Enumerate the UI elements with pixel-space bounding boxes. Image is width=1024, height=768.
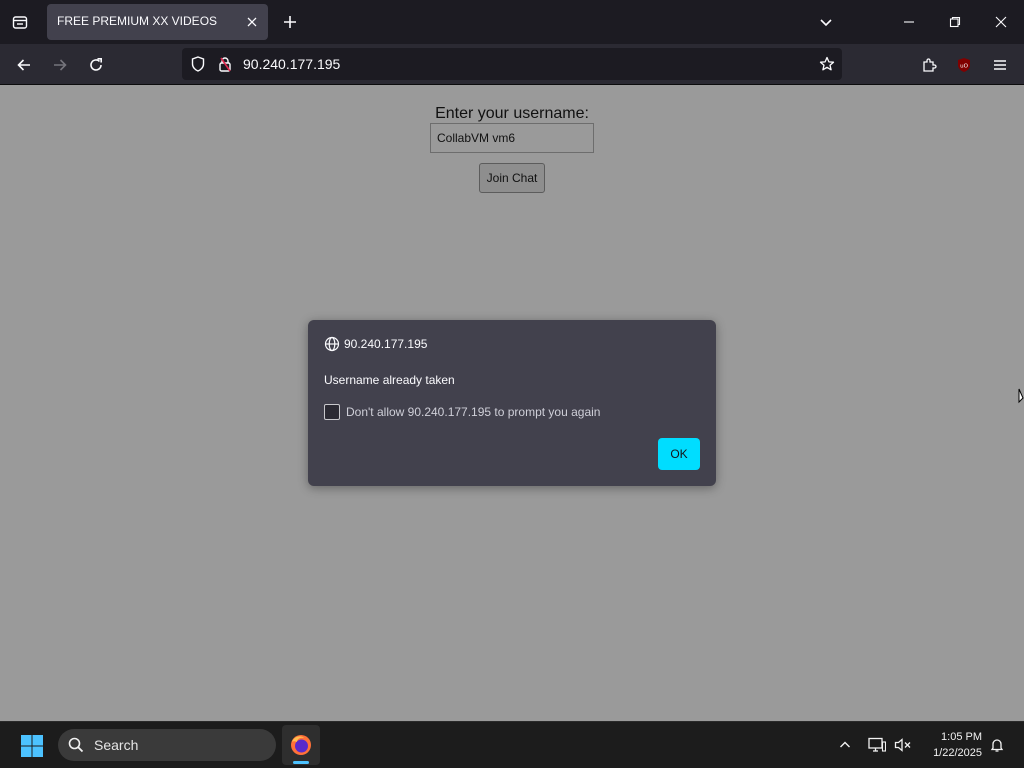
maximize-icon[interactable]	[932, 0, 978, 44]
join-chat-button[interactable]: Join Chat	[479, 163, 545, 193]
plus-icon[interactable]	[278, 10, 302, 34]
lock-icon[interactable]	[215, 54, 235, 74]
minimize-icon[interactable]	[886, 0, 932, 44]
mouse-cursor-icon	[1018, 388, 1024, 404]
search-icon	[68, 737, 84, 753]
network-icon[interactable]	[866, 734, 888, 756]
active-app-indicator	[293, 761, 309, 764]
back-arrow-icon[interactable]	[9, 50, 39, 80]
firefox-icon[interactable]	[282, 725, 320, 765]
star-icon[interactable]	[816, 53, 838, 75]
dont-allow-checkbox-label[interactable]: Don't allow 90.240.177.195 to prompt you…	[346, 405, 600, 419]
chevron-down-icon[interactable]	[814, 10, 838, 34]
browser-tab-strip: FREE PREMIUM XX VIDEOS	[0, 0, 1024, 44]
browser-tab[interactable]: FREE PREMIUM XX VIDEOS	[47, 4, 268, 40]
username-input[interactable]: CollabVM vm6	[430, 123, 594, 153]
dialog-message: Username already taken	[324, 373, 455, 387]
windows-taskbar: Search 1:05 PM 1/22/2025	[0, 721, 1024, 768]
username-label: Enter your username:	[435, 105, 589, 122]
ublock-icon[interactable]: uO	[949, 50, 979, 80]
ok-button[interactable]: OK	[658, 438, 700, 470]
tab-list-icon[interactable]	[8, 10, 32, 34]
navigation-toolbar: 90.240.177.195 uO	[0, 44, 1024, 85]
search-placeholder: Search	[94, 737, 139, 753]
url-text[interactable]: 90.240.177.195	[243, 56, 340, 72]
svg-text:uO: uO	[960, 64, 968, 70]
alert-dialog: 90.240.177.195 Username already taken Do…	[308, 320, 716, 486]
puzzle-icon[interactable]	[914, 50, 944, 80]
globe-icon	[324, 336, 340, 352]
hamburger-menu-icon[interactable]	[985, 50, 1015, 80]
clock-date: 1/22/2025	[933, 747, 982, 759]
tab-title: FREE PREMIUM XX VIDEOS	[57, 14, 218, 28]
chevron-up-icon[interactable]	[834, 734, 856, 756]
taskbar-search-box[interactable]: Search	[58, 729, 276, 761]
reload-icon[interactable]	[81, 50, 111, 80]
bell-icon[interactable]	[986, 734, 1008, 756]
windows-start-icon[interactable]	[14, 729, 50, 763]
dialog-origin: 90.240.177.195	[344, 337, 428, 351]
taskbar-clock[interactable]: 1:05 PM 1/22/2025	[918, 729, 982, 761]
close-icon[interactable]	[978, 0, 1024, 44]
dont-allow-checkbox[interactable]	[324, 404, 340, 420]
clock-time: 1:05 PM	[941, 731, 982, 743]
close-icon[interactable]	[242, 12, 262, 32]
shield-icon[interactable]	[188, 54, 208, 74]
forward-arrow-icon[interactable]	[45, 50, 75, 80]
url-bar[interactable]: 90.240.177.195	[182, 48, 842, 80]
volume-muted-icon[interactable]	[892, 734, 914, 756]
